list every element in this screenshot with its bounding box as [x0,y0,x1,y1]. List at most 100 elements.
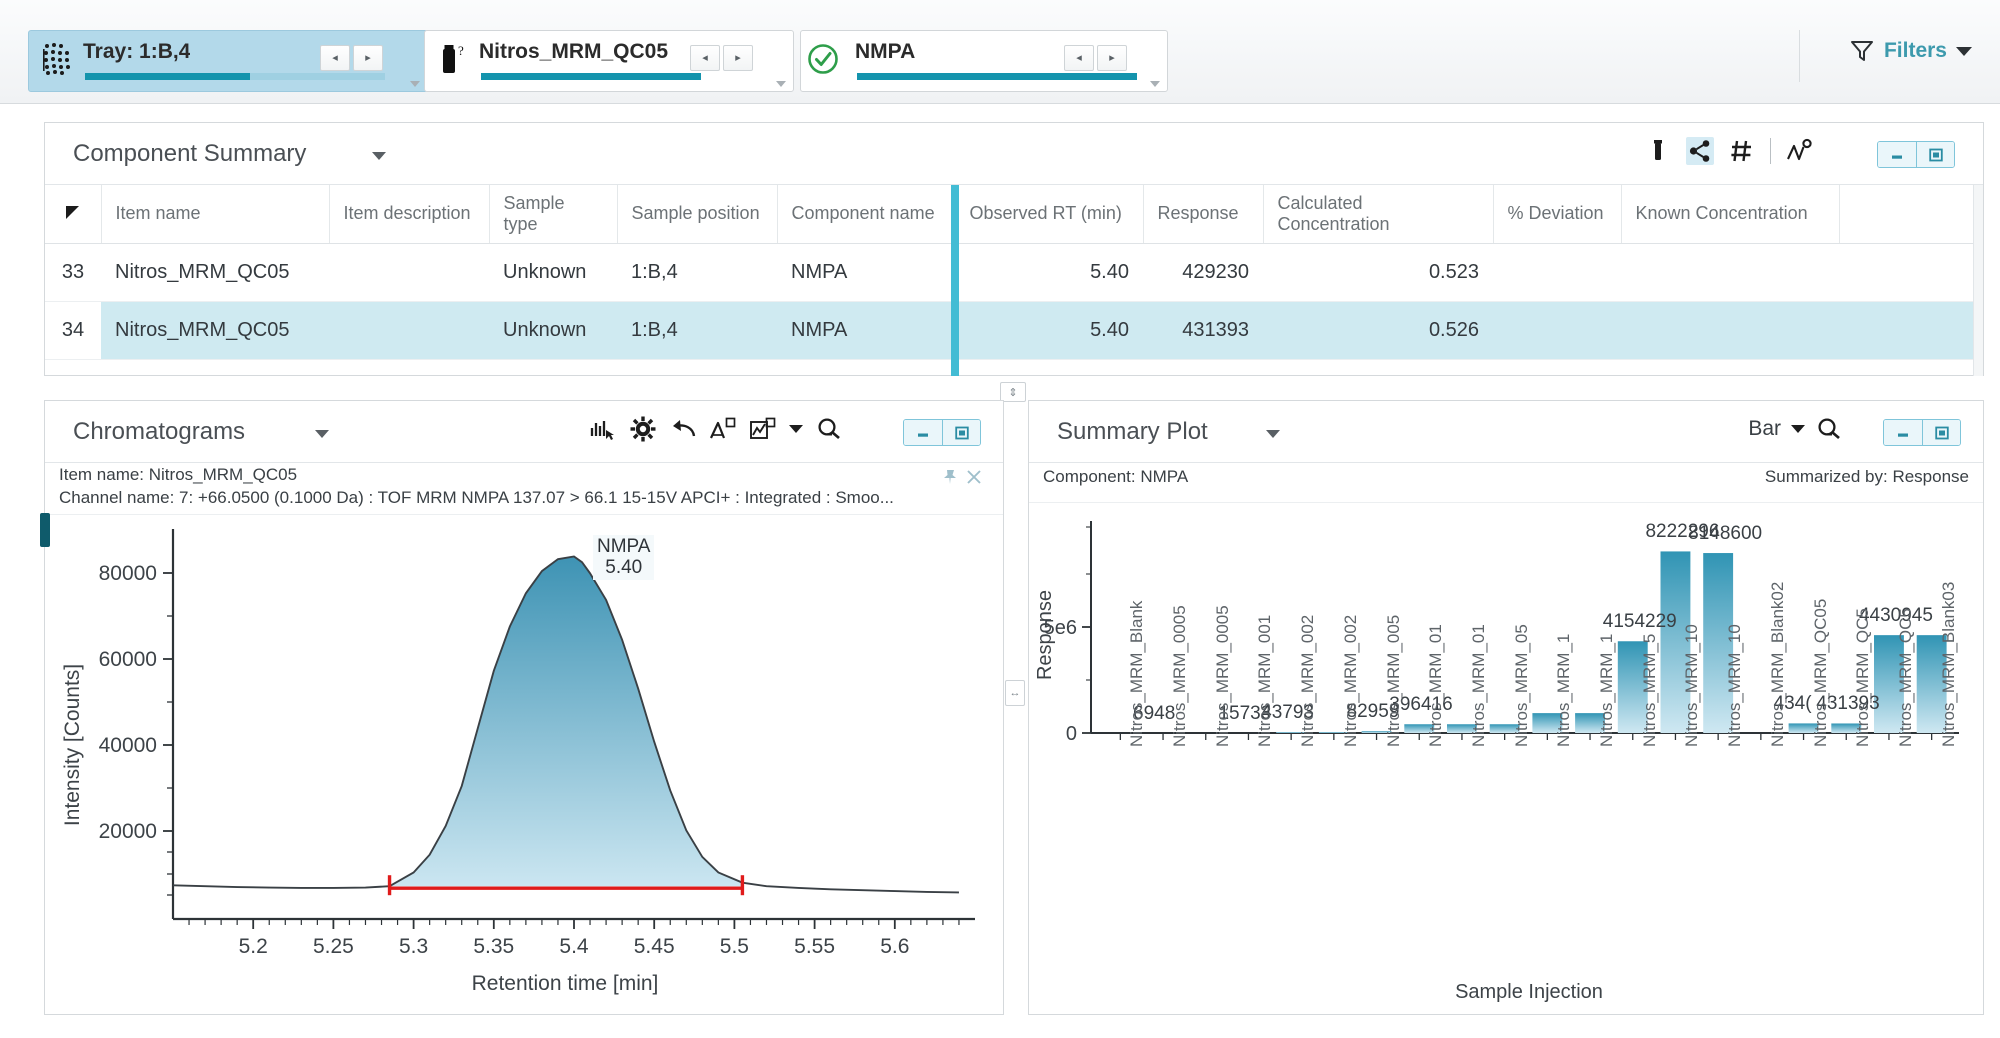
summary-plot-chart-type-label[interactable]: Bar [1748,417,1781,441]
nav-chip-tray-next-button[interactable]: ▸ [353,45,383,71]
x-tick-label: Nitros_MRM_01 [1426,624,1446,747]
chromatograms-caret-icon[interactable] [315,430,329,438]
x-tick-label: 5.4 [559,935,589,958]
vial-icon[interactable] [1644,137,1672,165]
component-summary-minimize-button[interactable] [1878,142,1916,167]
summary-plot-caret-icon[interactable] [1266,430,1280,438]
minimize-icon [1898,433,1908,437]
nav-chip-tray[interactable]: Tray: 1:B,4 ◂ ▸ [28,30,428,92]
cell-component-name: NMPA [777,243,955,302]
nav-chip-sample-prev-button[interactable]: ◂ [690,45,720,71]
peak-settings-icon[interactable] [1785,137,1813,165]
nav-chip-component[interactable]: NMPA ◂ ▸ [800,30,1168,92]
col-item-description[interactable]: Item description [329,185,490,244]
chromatograms-minimize-button[interactable] [904,420,942,445]
nav-chip-tray-caret-icon[interactable] [410,81,420,87]
zoom-icon[interactable] [815,415,843,443]
col-pct-deviation[interactable]: % Deviation [1493,185,1622,244]
chromatogram-plot-area[interactable]: 80000 60000 40000 20000 5.2 5.25 5.3 5.35 5.… [45,515,1003,1014]
chart-type-caret-icon[interactable] [789,425,803,433]
gear-icon[interactable] [629,415,657,443]
table-row[interactable]: 33 Nitros_MRM_QC05 Unknown 1:B,4 NMPA 5.… [45,243,1983,302]
cell-observed-rt: 5.40 [955,243,1143,302]
chromatogram-y-axis-title: Intensity [Counts] [61,664,84,826]
component-summary-caret-icon[interactable] [372,152,386,160]
x-tick-label: Nitros_MRM_10 [1682,624,1702,747]
share-icon[interactable] [1686,137,1714,165]
col-sample-position[interactable]: Sample position [617,185,778,244]
x-tick-label: Nitros_MRM_5 [1639,633,1659,747]
x-tick-label: Nitros_MRM_Blank [1127,600,1147,747]
cell-pct-deviation [1493,301,1621,360]
filters-caret-icon[interactable] [1956,46,1972,56]
horizontal-splitter-handle[interactable]: ⇕ [1000,382,1026,402]
chart-type-icon[interactable] [749,415,777,443]
summary-plot-title: Summary Plot [1057,418,1208,445]
summary-plot-component-label: Component: NMPA [1043,467,1189,486]
col-item-name[interactable]: Item name [101,185,330,244]
nav-chip-sample-next-button[interactable]: ▸ [723,45,753,71]
x-tick-label: 5.55 [794,935,835,958]
x-tick-label: Nitros_MRM_1 [1597,633,1617,747]
table-scrollbar[interactable] [1973,185,1983,376]
top-navigation-bar: Tray: 1:B,4 ◂ ▸ ? Nitros_MRM_QC05 ◂ ▸ NM… [0,0,2000,104]
sort-indicator-cell[interactable] [45,185,102,244]
peak-pick-icon[interactable] [589,415,617,443]
cell-spacer [1839,243,1983,302]
cell-pct-deviation [1493,243,1621,302]
nav-chip-component-caret-icon[interactable] [1150,81,1160,87]
summary-plot-panel: Summary Plot Bar Component: NMPA Summari… [1028,400,1984,1015]
x-tick-label: Nitros_MRM_002 [1298,614,1318,747]
table-row[interactable]: 34 Nitros_MRM_QC05 Unknown 1:B,4 NMPA 5.… [45,301,1983,360]
chromatogram-x-axis-title: Retention time [min] [472,972,659,995]
close-icon[interactable] [965,468,983,486]
col-known-concentration[interactable]: Known Concentration [1621,185,1840,244]
summary-plot-chart-area[interactable]: 5e6 0 Response Sample Injection 6948 1573… [1029,503,1983,1014]
left-dock-handle[interactable] [40,513,50,547]
col-sample-type[interactable]: Sample type [489,185,618,244]
x-tick-label: Nitros_MRM_QC5 [1895,608,1915,747]
chromatograms-window-buttons [903,419,981,446]
cell-response: 429230 [1143,243,1263,302]
summary-plot-summarized-label: Summarized by: Response [1764,467,1969,486]
nav-chip-component-progress [857,73,1137,80]
summary-plot-y-axis-title: Response [1034,590,1056,680]
chromatograms-maximize-button[interactable] [942,420,980,445]
summary-plot-maximize-button[interactable] [1922,420,1960,445]
x-tick-label: 5.5 [720,935,749,958]
component-summary-maximize-button[interactable] [1916,142,1954,167]
col-response[interactable]: Response [1143,185,1264,244]
chromatogram-svg: 80000 60000 40000 20000 5.2 5.25 5.3 5.35 5.… [61,529,975,995]
chromatogram-item-name: Item name: Nitros_MRM_QC05 [59,465,298,484]
undo-icon[interactable] [669,415,697,443]
summary-plot-minimize-button[interactable] [1884,420,1922,445]
filters-button[interactable]: Filters [1849,38,1972,64]
pin-icon[interactable] [941,468,959,486]
x-tick-label: 5.3 [399,935,428,958]
sort-ascending-icon [66,206,80,220]
row-index: 33 [45,243,101,302]
column-highlight-divider[interactable] [951,185,959,376]
summary-plot-info-block: Component: NMPA Summarized by: Response [1029,463,1983,503]
nav-chip-component-prev-button[interactable]: ◂ [1064,45,1094,71]
summary-plot-header: Summary Plot Bar [1029,401,1983,463]
nav-chip-component-next-button[interactable]: ▸ [1097,45,1127,71]
component-summary-table-wrap[interactable]: Item name Item description Sample type S… [45,185,1983,376]
chromatograms-header: Chromatograms [45,401,1003,463]
integrate-icon[interactable] [709,415,737,443]
col-calculated-concentration[interactable]: Calculated Concentration [1263,185,1494,244]
col-spacer [1839,185,1983,244]
hash-icon[interactable] [1728,137,1756,165]
minimize-icon [1892,155,1902,159]
summary-plot-chart-type-caret-icon[interactable] [1791,425,1805,433]
col-component-name[interactable]: Component name [777,185,956,244]
vertical-splitter-handle[interactable]: ↔ [1005,680,1025,706]
vial-question-icon: ? [443,43,464,73]
nav-chip-sample-caret-icon[interactable] [776,81,786,87]
nav-chip-tray-prev-button[interactable]: ◂ [320,45,350,71]
filter-icon [1850,41,1873,61]
nav-chip-sample[interactable]: ? Nitros_MRM_QC05 ◂ ▸ [424,30,794,92]
col-observed-rt[interactable]: Observed RT (min) [955,185,1144,244]
zoom-icon[interactable] [1815,415,1843,443]
x-tick-label: Nitros_MRM_Blank03 [1938,581,1958,747]
